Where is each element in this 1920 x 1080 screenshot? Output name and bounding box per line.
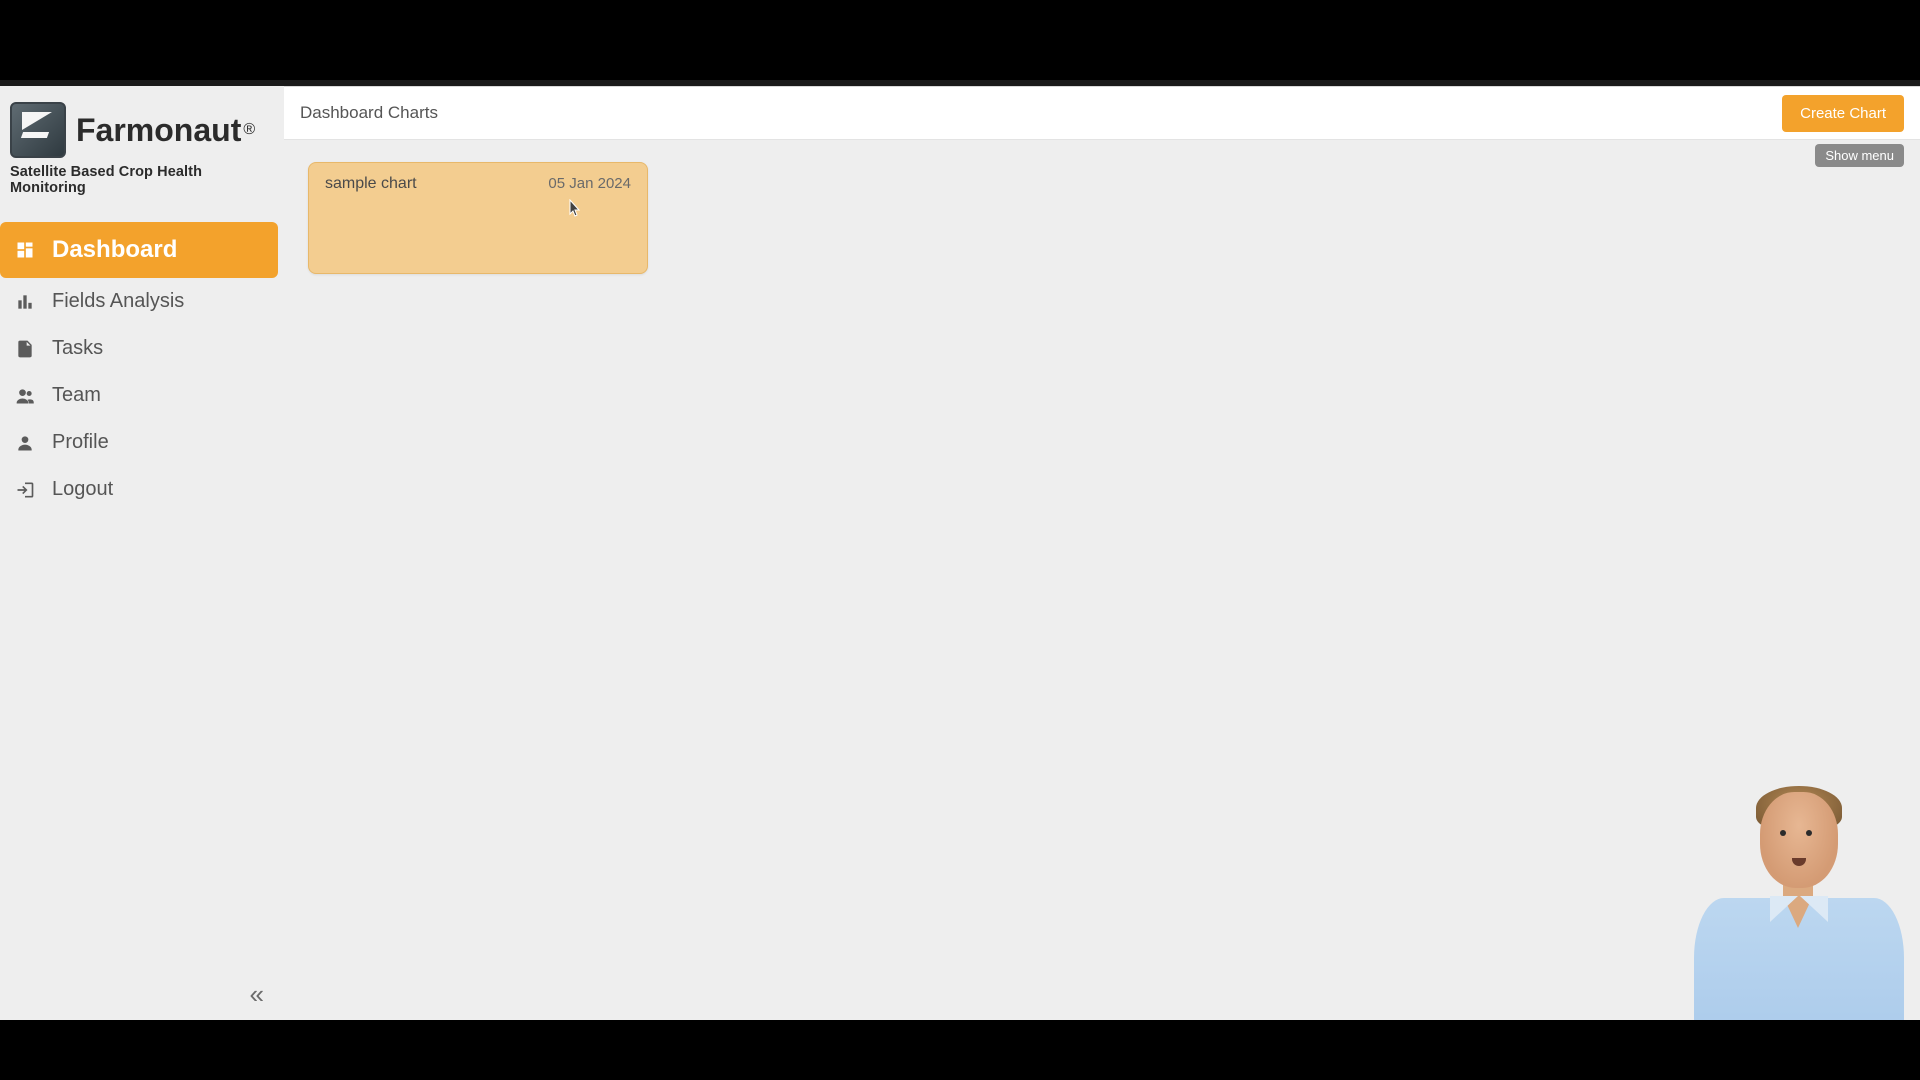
people-icon [14, 385, 36, 407]
bars-icon [14, 291, 36, 313]
brand-tagline: Satellite Based Crop Health Monitoring [10, 164, 274, 196]
dashboard-icon [14, 239, 36, 261]
sidebar-item-fields-analysis[interactable]: Fields Analysis [0, 278, 278, 325]
sidebar-item-label: Team [52, 384, 101, 407]
chevron-double-left-icon: « [250, 979, 264, 1009]
letterbox-bottom [0, 1020, 1920, 1080]
chart-card[interactable]: sample chart 05 Jan 2024 [308, 162, 648, 274]
create-chart-button[interactable]: Create Chart [1782, 95, 1904, 132]
sidebar-item-team[interactable]: Team [0, 372, 278, 419]
content-area: sample chart 05 Jan 2024 [284, 140, 1920, 1020]
registered-mark: ® [243, 121, 255, 138]
sidebar-item-tasks[interactable]: Tasks [0, 325, 278, 372]
page-header: Dashboard Charts Create Chart [284, 86, 1920, 140]
sidebar-item-label: Fields Analysis [52, 290, 184, 313]
sidebar-nav: Dashboard Fields Analysis Tasks Team [0, 222, 284, 513]
brand-name: Farmonaut [76, 112, 241, 148]
sidebar-item-label: Logout [52, 478, 113, 501]
sidebar-item-dashboard[interactable]: Dashboard [0, 222, 278, 278]
sidebar-item-logout[interactable]: Logout [0, 466, 278, 513]
pointer-cursor-icon [567, 199, 583, 219]
sidebar-collapse-button[interactable]: « [250, 979, 264, 1010]
logout-icon [14, 479, 36, 501]
sidebar: Farmonaut® Satellite Based Crop Health M… [0, 86, 284, 1020]
brand-row: Farmonaut® [10, 102, 274, 158]
app-frame: Farmonaut® Satellite Based Crop Health M… [0, 86, 1920, 1020]
sidebar-item-profile[interactable]: Profile [0, 419, 278, 466]
sidebar-item-label: Tasks [52, 337, 103, 360]
brand-name-wrap: Farmonaut® [76, 112, 255, 149]
page-title: Dashboard Charts [300, 103, 1770, 123]
sidebar-item-label: Dashboard [52, 236, 177, 264]
person-icon [14, 432, 36, 454]
brand-logo-icon [10, 102, 66, 158]
sidebar-item-label: Profile [52, 431, 109, 454]
chart-card-title: sample chart [325, 175, 417, 193]
task-icon [14, 338, 36, 360]
letterbox-top [0, 0, 1920, 80]
chart-card-date: 05 Jan 2024 [548, 175, 631, 192]
brand-block: Farmonaut® Satellite Based Crop Health M… [0, 94, 284, 200]
main-area: Dashboard Charts Create Chart Show menu … [284, 86, 1920, 1020]
